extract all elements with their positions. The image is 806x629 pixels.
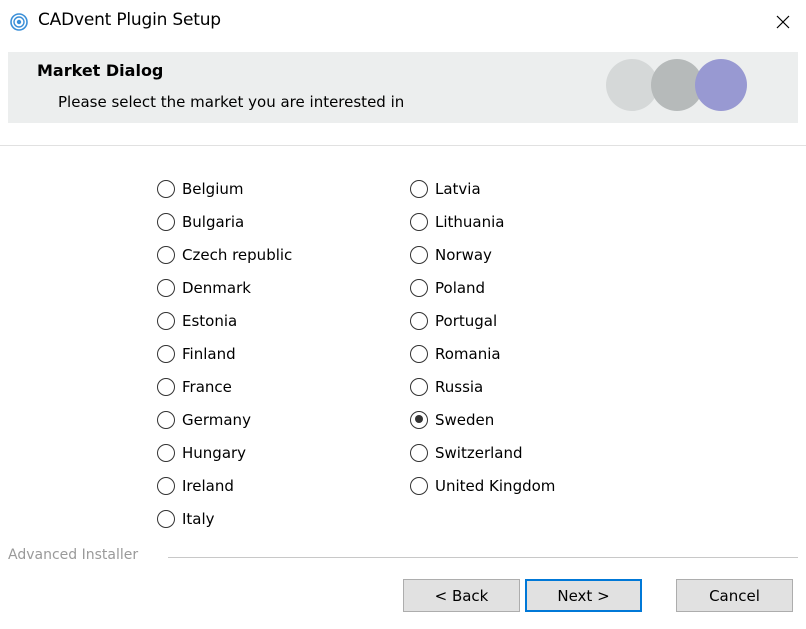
market-radio-belgium[interactable]: Belgium bbox=[157, 172, 292, 205]
market-radio-italy[interactable]: Italy bbox=[157, 502, 292, 535]
radio-unchecked-icon[interactable] bbox=[157, 179, 175, 198]
market-radio-hungary[interactable]: Hungary bbox=[157, 436, 292, 469]
radio-unchecked-icon[interactable] bbox=[157, 509, 175, 528]
title-bar[interactable]: CADvent Plugin Setup bbox=[0, 0, 806, 44]
radio-label: Portugal bbox=[435, 311, 498, 330]
setup-window: CADvent Plugin Setup Market Dialog Pleas… bbox=[0, 0, 806, 629]
radio-label: France bbox=[182, 377, 232, 396]
radio-label: Romania bbox=[435, 344, 501, 363]
close-icon bbox=[776, 15, 790, 29]
installer-brand-label: Advanced Installer bbox=[8, 547, 145, 563]
radio-unchecked-icon[interactable] bbox=[410, 344, 428, 363]
radio-label: Poland bbox=[435, 278, 486, 297]
market-radio-bulgaria[interactable]: Bulgaria bbox=[157, 205, 292, 238]
radio-label: Estonia bbox=[182, 311, 238, 330]
radio-unchecked-icon[interactable] bbox=[410, 443, 428, 462]
radio-unchecked-icon[interactable] bbox=[410, 476, 428, 495]
step-indicator-dot-active bbox=[695, 59, 747, 111]
radio-label: Russia bbox=[435, 377, 484, 396]
market-radio-france[interactable]: France bbox=[157, 370, 292, 403]
radio-label: Lithuania bbox=[435, 212, 505, 231]
market-radio-lithuania[interactable]: Lithuania bbox=[410, 205, 555, 238]
market-column-right: Latvia Lithuania Norway Poland Portugal Roman… bbox=[410, 172, 555, 502]
footer-divider bbox=[168, 557, 798, 558]
close-button[interactable] bbox=[760, 0, 806, 44]
market-radio-sweden[interactable]: Sweden bbox=[410, 403, 555, 436]
radio-unchecked-icon[interactable] bbox=[410, 311, 428, 330]
radio-unchecked-icon[interactable] bbox=[157, 476, 175, 495]
radio-unchecked-icon[interactable] bbox=[157, 311, 175, 330]
market-radio-switzerland[interactable]: Switzerland bbox=[410, 436, 555, 469]
market-radio-romania[interactable]: Romania bbox=[410, 337, 555, 370]
dialog-header: Market Dialog Please select the market y… bbox=[8, 52, 798, 123]
market-radio-czech-republic[interactable]: Czech republic bbox=[157, 238, 292, 271]
market-radio-ireland[interactable]: Ireland bbox=[157, 469, 292, 502]
market-radio-norway[interactable]: Norway bbox=[410, 238, 555, 271]
radio-label: Hungary bbox=[182, 443, 247, 462]
radio-unchecked-icon[interactable] bbox=[157, 245, 175, 264]
radio-unchecked-icon[interactable] bbox=[157, 278, 175, 297]
market-radio-portugal[interactable]: Portugal bbox=[410, 304, 555, 337]
radio-label: Ireland bbox=[182, 476, 234, 495]
radio-label: Bulgaria bbox=[182, 212, 245, 231]
radio-unchecked-icon[interactable] bbox=[157, 443, 175, 462]
market-radio-finland[interactable]: Finland bbox=[157, 337, 292, 370]
radio-unchecked-icon[interactable] bbox=[410, 377, 428, 396]
market-radio-germany[interactable]: Germany bbox=[157, 403, 292, 436]
radio-label: Latvia bbox=[435, 179, 481, 198]
radio-unchecked-icon[interactable] bbox=[410, 278, 428, 297]
radio-unchecked-icon[interactable] bbox=[157, 410, 175, 429]
radio-unchecked-icon[interactable] bbox=[157, 212, 175, 231]
next-button[interactable]: Next > bbox=[525, 579, 642, 612]
market-radio-united-kingdom[interactable]: United Kingdom bbox=[410, 469, 555, 502]
radio-label: Italy bbox=[182, 509, 215, 528]
radio-checked-icon[interactable] bbox=[410, 410, 428, 429]
market-column-left: Belgium Bulgaria Czech republic Denmark Esto… bbox=[157, 172, 292, 535]
window-title: CADvent Plugin Setup bbox=[38, 10, 221, 30]
dialog-title: Market Dialog bbox=[37, 61, 164, 80]
radio-unchecked-icon[interactable] bbox=[157, 377, 175, 396]
radio-unchecked-icon[interactable] bbox=[410, 179, 428, 198]
cancel-button[interactable]: Cancel bbox=[676, 579, 793, 612]
market-radio-latvia[interactable]: Latvia bbox=[410, 172, 555, 205]
header-divider bbox=[0, 145, 806, 146]
radio-label: Belgium bbox=[182, 179, 244, 198]
radio-label: Finland bbox=[182, 344, 236, 363]
radio-label: Denmark bbox=[182, 278, 251, 297]
radio-label: United Kingdom bbox=[435, 476, 556, 495]
radio-label: Norway bbox=[435, 245, 492, 264]
market-radio-poland[interactable]: Poland bbox=[410, 271, 555, 304]
app-icon bbox=[10, 13, 28, 31]
radio-unchecked-icon[interactable] bbox=[157, 344, 175, 363]
radio-label: Czech republic bbox=[182, 245, 293, 264]
radio-label: Sweden bbox=[435, 410, 495, 429]
market-radio-estonia[interactable]: Estonia bbox=[157, 304, 292, 337]
radio-unchecked-icon[interactable] bbox=[410, 212, 428, 231]
back-button[interactable]: < Back bbox=[403, 579, 520, 612]
market-radio-russia[interactable]: Russia bbox=[410, 370, 555, 403]
radio-unchecked-icon[interactable] bbox=[410, 245, 428, 264]
radio-label: Germany bbox=[182, 410, 251, 429]
dialog-subtitle: Please select the market you are interes… bbox=[58, 93, 405, 111]
market-radio-denmark[interactable]: Denmark bbox=[157, 271, 292, 304]
radio-label: Switzerland bbox=[435, 443, 523, 462]
